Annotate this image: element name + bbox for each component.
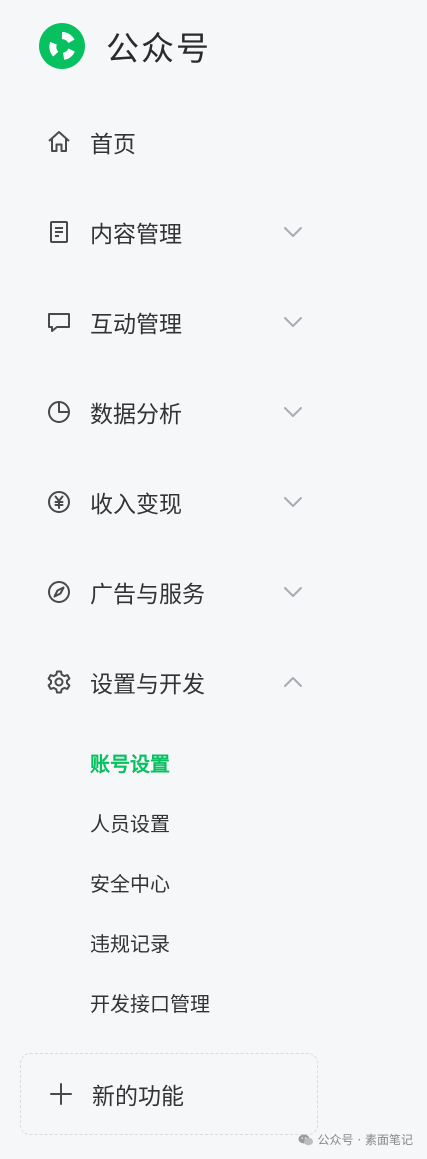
nav-item-label: 互动管理 [90,312,182,338]
wechat-official-account-logo[interactable] [36,20,88,72]
nav-item-home[interactable]: 首页 [44,117,304,167]
nav-item-ads-and-services[interactable]: 广告与服务 [44,567,304,617]
sub-item-violation-records[interactable]: 违规记录 [90,924,170,960]
nav-item-interaction-management[interactable]: 互动管理 [44,297,304,347]
yen-coin-icon [44,487,74,517]
nav-item-data-analysis[interactable]: 数据分析 [44,387,304,437]
sub-item-developer-api-management[interactable]: 开发接口管理 [90,984,210,1020]
gear-icon [44,667,74,697]
watermark-text: 公众号 · 素面笔记 [317,1133,413,1147]
pie-chart-icon [44,397,74,427]
nav-item-label: 广告与服务 [90,582,205,608]
sidebar: 公众号 首页 内容管理 互动管理 数据分析 收入变现 广告与服务 设置与开发 账… [0,0,427,1159]
new-function-label: 新的功能 [92,1084,184,1110]
nav-item-label: 收入变现 [90,492,182,518]
sub-item-account-settings[interactable]: 账号设置 [90,744,170,780]
chevron-up-icon[interactable] [282,671,304,693]
sidebar-header: 公众号 [36,18,211,74]
chevron-down-icon[interactable] [282,401,304,423]
wechat-icon [298,1134,313,1145]
nav-item-monetization[interactable]: 收入变现 [44,477,304,527]
brand-title: 公众号 [106,29,211,68]
nav-item-label: 设置与开发 [90,672,205,698]
new-function-button[interactable]: 新的功能 [20,1053,318,1135]
sub-item-staff-settings[interactable]: 人员设置 [90,804,170,840]
home-icon [44,127,74,157]
nav-item-settings-and-development[interactable]: 设置与开发 [44,657,304,707]
sub-item-security-center[interactable]: 安全中心 [90,864,170,900]
chevron-down-icon[interactable] [282,491,304,513]
nav-item-label: 数据分析 [90,402,182,428]
chat-bubble-icon [44,307,74,337]
compass-icon [44,577,74,607]
nav-item-label: 内容管理 [90,222,182,248]
plus-icon [46,1079,76,1109]
nav-item-content-management[interactable]: 内容管理 [44,207,304,257]
watermark: 公众号 · 素面笔记 [298,1131,413,1148]
document-icon [44,217,74,247]
chevron-down-icon[interactable] [282,581,304,603]
chevron-down-icon[interactable] [282,311,304,333]
nav-item-label: 首页 [90,132,136,158]
chevron-down-icon[interactable] [282,221,304,243]
